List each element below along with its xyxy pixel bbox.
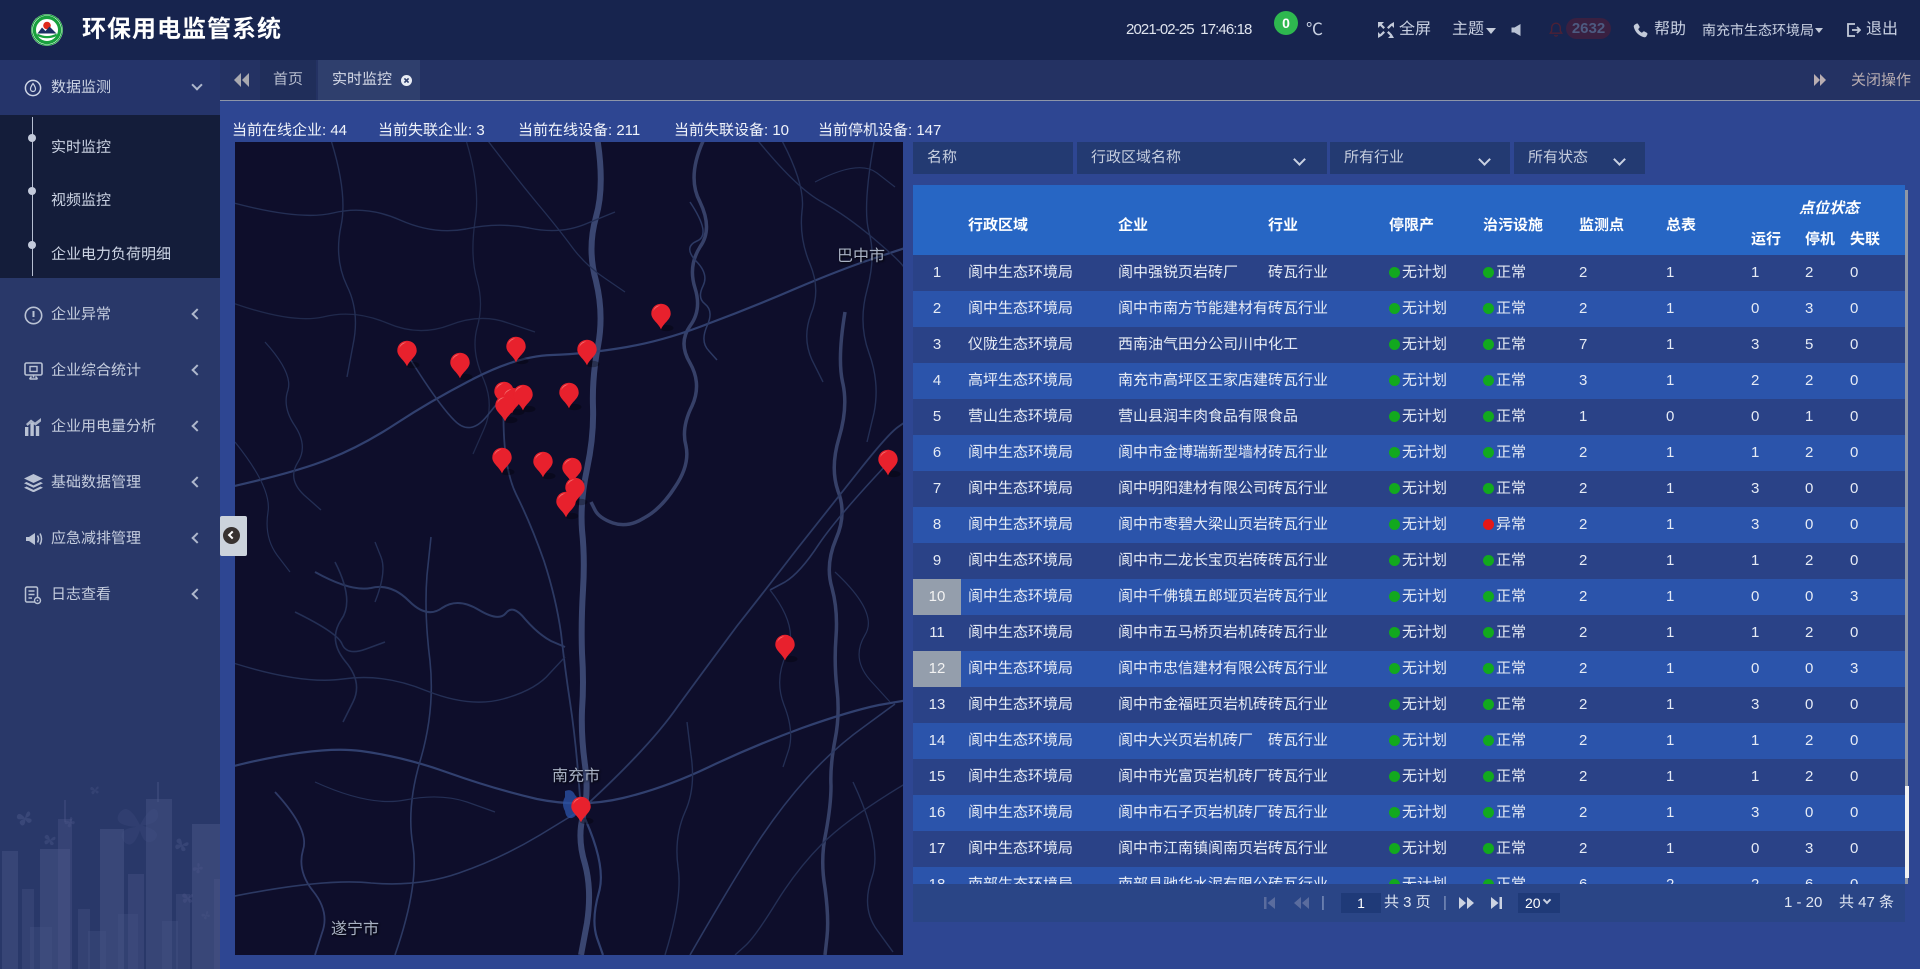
svg-text:南充市: 南充市 [552, 767, 600, 785]
svg-text:遂宁市: 遂宁市 [331, 920, 379, 938]
svg-text:巴中市: 巴中市 [837, 247, 885, 265]
